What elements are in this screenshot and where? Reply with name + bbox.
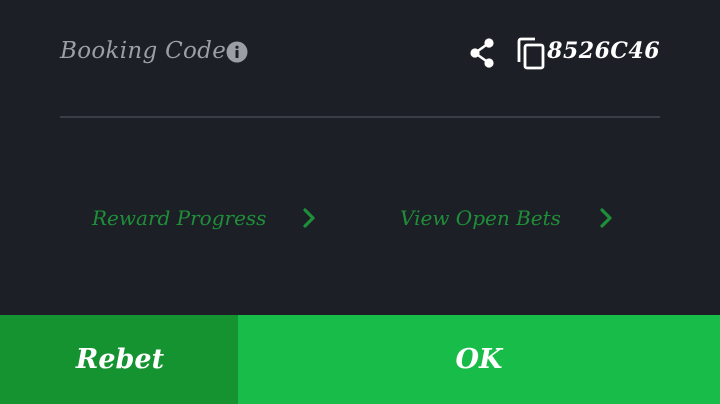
action-bar: Rebet OK	[0, 315, 720, 404]
view-open-bets-link[interactable]: View Open Bets	[400, 198, 617, 238]
view-open-bets-label: View Open Bets	[400, 206, 561, 230]
booking-code-label: Booking Code	[60, 38, 227, 64]
divider	[60, 116, 660, 118]
booking-code-row: Booking Code 8526C46	[60, 30, 660, 76]
info-icon[interactable]	[226, 41, 248, 63]
rebet-button-label: Rebet	[75, 344, 165, 375]
reward-progress-label: Reward Progress	[92, 206, 267, 230]
ok-button[interactable]: OK	[238, 315, 720, 404]
chevron-right-icon	[600, 208, 612, 228]
rebet-button[interactable]: Rebet	[0, 315, 238, 404]
booking-code-value[interactable]: 8526C46	[547, 38, 660, 64]
bet-confirmation-panel: Booking Code 8526C46 Reward Progress Vie…	[0, 0, 720, 404]
ok-button-label: OK	[455, 344, 503, 375]
reward-progress-link[interactable]: Reward Progress	[92, 198, 320, 238]
copy-icon[interactable]	[516, 37, 546, 71]
chevron-right-icon	[303, 208, 316, 228]
share-icon[interactable]	[466, 36, 498, 70]
